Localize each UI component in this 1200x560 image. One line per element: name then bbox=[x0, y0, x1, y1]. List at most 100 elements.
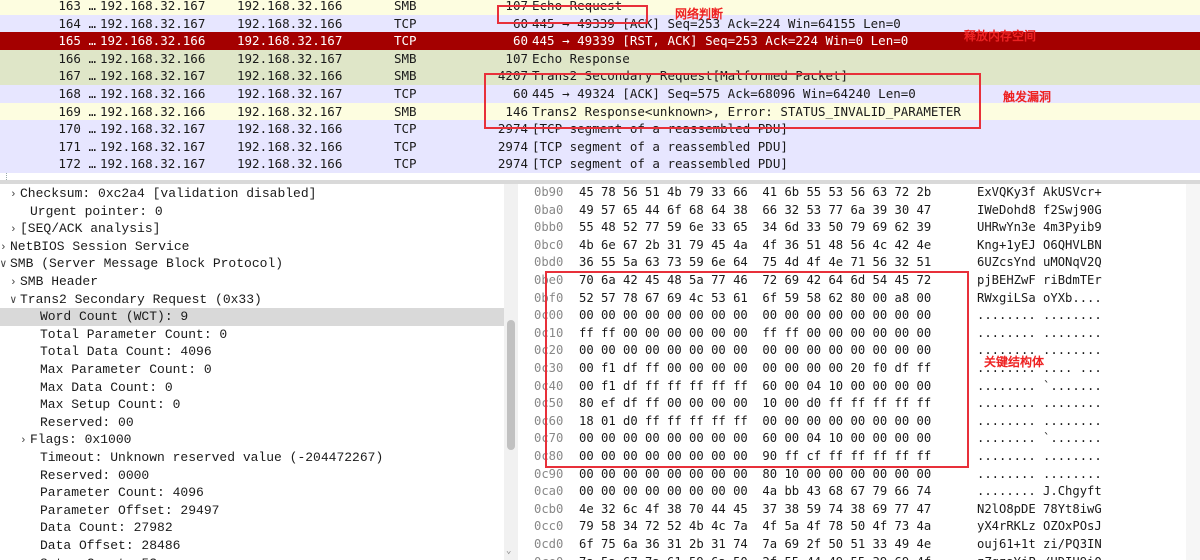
detail-tree-item[interactable]: Reserved: 0000 bbox=[0, 467, 504, 485]
detail-tree-item[interactable]: Parameter Offset: 29497 bbox=[0, 502, 504, 520]
hex-offset: 0c40 bbox=[534, 378, 564, 393]
packet-destination: 192.168.32.167 bbox=[237, 33, 343, 49]
detail-tree-item[interactable]: Urgent pointer: 0 bbox=[0, 203, 504, 221]
details-scrollbar[interactable]: ⌄ bbox=[504, 184, 518, 560]
hex-ascii: ........ ........ bbox=[977, 325, 1102, 340]
detail-tree-item[interactable]: Total Parameter Count: 0 bbox=[0, 326, 504, 344]
packet-row[interactable]: 170 … 192.168.32.167 192.168.32.166 TCP 2974… bbox=[0, 120, 1200, 138]
hex-row[interactable]: 0c30 00 f1 df ff 00 00 00 00 00 00 00 00 … bbox=[522, 360, 1200, 378]
hex-row[interactable]: 0bc0 4b 6e 67 2b 31 79 45 4a 4f 36 51 48 … bbox=[522, 237, 1200, 255]
detail-tree-item[interactable]: ∨ Trans2 Secondary Request (0x33) bbox=[0, 291, 504, 309]
hex-row[interactable]: 0ba0 49 57 65 44 6f 68 64 38 66 32 53 77 … bbox=[522, 202, 1200, 220]
hex-offset: 0ba0 bbox=[534, 202, 564, 217]
packet-info: Trans2 Response<unknown>, Error: STATUS_… bbox=[532, 103, 961, 119]
packet-row[interactable]: 167 … 192.168.32.167 192.168.32.166 SMB 4207… bbox=[0, 67, 1200, 85]
detail-tree-item[interactable]: Max Setup Count: 0 bbox=[0, 396, 504, 414]
hex-ascii: IWeDohd8 f2Swj90G bbox=[977, 202, 1102, 217]
hex-row[interactable]: 0c90 00 00 00 00 00 00 00 00 80 10 00 00 … bbox=[522, 466, 1200, 484]
detail-tree-item[interactable]: › Checksum: 0xc2a4 [validation disabled] bbox=[0, 185, 504, 203]
detail-tree-label: Timeout: Unknown reserved value (-204472… bbox=[40, 450, 384, 465]
packet-destination: 192.168.32.167 bbox=[237, 86, 343, 101]
hex-row[interactable]: 0c60 18 01 d0 ff ff ff ff ff 00 00 00 00 … bbox=[522, 413, 1200, 431]
detail-tree-item[interactable]: Reserved: 00 bbox=[0, 414, 504, 432]
hex-row[interactable]: 0c40 00 f1 df ff ff ff ff ff 60 00 04 10 … bbox=[522, 378, 1200, 396]
hex-row[interactable]: 0bd0 36 55 5a 63 73 59 6e 64 75 4d 4f 4e … bbox=[522, 254, 1200, 272]
packet-source: 192.168.32.167 bbox=[100, 68, 206, 84]
detail-tree-item[interactable]: Data Count: 27982 bbox=[0, 519, 504, 537]
packet-protocol: TCP bbox=[394, 121, 417, 137]
detail-tree-label: Parameter Count: 4096 bbox=[40, 485, 204, 501]
detail-tree-label: Setup Count: 53 bbox=[40, 556, 157, 560]
hex-offset: 0b90 bbox=[534, 185, 564, 199]
detail-tree-item[interactable]: Max Parameter Count: 0 bbox=[0, 361, 504, 379]
hex-row[interactable]: 0c10 ff ff 00 00 00 00 00 00 ff ff 00 00 … bbox=[522, 325, 1200, 343]
hex-row[interactable]: 0c80 00 00 00 00 00 00 00 00 90 ff cf ff … bbox=[522, 448, 1200, 466]
hex-bytes: 00 00 00 00 00 00 00 00 00 00 00 00 00 0… bbox=[579, 343, 932, 358]
packet-row[interactable]: 166 … 192.168.32.166 192.168.32.167 SMB 107 E… bbox=[0, 49, 1200, 68]
packet-row[interactable]: 172 … 192.168.32.167 192.168.32.166 TCP 2974… bbox=[0, 155, 1200, 173]
hex-offset: 0bf0 bbox=[534, 290, 564, 305]
packet-source: 192.168.32.167 bbox=[100, 156, 206, 172]
hex-ascii: ExVQKy3f AkUSVcr+ bbox=[977, 185, 1102, 199]
hex-row[interactable]: 0ce0 7a 5a 67 7a 61 59 6a 50 2f 55 44 49 … bbox=[522, 554, 1200, 560]
detail-tree-item[interactable]: › Flags: 0x1000 bbox=[0, 431, 504, 449]
detail-tree-label: Word Count (WCT): 9 bbox=[40, 309, 189, 325]
detail-tree-item[interactable]: Data Offset: 28486 bbox=[0, 537, 504, 555]
packet-no: 170 … bbox=[58, 121, 96, 137]
packet-row[interactable]: 169 … 192.168.32.166 192.168.32.167 SMB 146 T… bbox=[0, 102, 1200, 121]
hex-offset: 0c30 bbox=[534, 361, 564, 375]
packet-source: 192.168.32.167 bbox=[100, 138, 206, 154]
detail-tree-item[interactable]: › SMB Header bbox=[0, 273, 504, 291]
detail-tree-item[interactable]: Max Data Count: 0 bbox=[0, 379, 504, 397]
packet-length: 60 bbox=[512, 86, 528, 101]
hex-bytes: 00 00 00 00 00 00 00 00 4a bb 43 68 67 7… bbox=[579, 484, 932, 499]
hex-row[interactable]: 0b90 45 78 56 51 4b 79 33 66 41 6b 55 53 … bbox=[522, 184, 1200, 202]
hex-row[interactable]: 0cd0 6f 75 6a 36 31 2b 31 74 7a 69 2f 50 … bbox=[522, 536, 1200, 554]
detail-tree-label: NetBIOS Session Service bbox=[10, 238, 190, 254]
details-scrollbar-thumb[interactable] bbox=[507, 320, 515, 450]
detail-tree-item[interactable]: Word Count (WCT): 9 bbox=[0, 308, 504, 326]
hex-row[interactable]: 0c00 00 00 00 00 00 00 00 00 00 00 00 00 … bbox=[522, 307, 1200, 325]
hex-ascii: ........ ........ bbox=[977, 449, 1102, 463]
annotation-key-struct: 关键结构体 bbox=[984, 355, 1045, 369]
hex-row[interactable]: 0cc0 79 58 34 72 52 4b 4c 7a 4f 5a 4f 78 … bbox=[522, 518, 1200, 536]
detail-tree-item[interactable]: › [SEQ/ACK analysis] bbox=[0, 220, 504, 238]
packet-info: Trans2 Secondary Request[Malformed Packe… bbox=[532, 68, 849, 84]
packet-bytes-pane[interactable]: 0b90 45 78 56 51 4b 79 33 66 41 6b 55 53 … bbox=[522, 184, 1200, 560]
hex-bytes: 00 f1 df ff ff ff ff ff 60 00 04 10 00 0… bbox=[579, 378, 932, 393]
packet-no: 164 … bbox=[58, 15, 96, 31]
hex-row[interactable]: 0bb0 55 48 52 77 59 6e 33 65 34 6d 33 50 … bbox=[522, 219, 1200, 237]
detail-tree-label: Max Data Count: 0 bbox=[40, 379, 173, 395]
hex-row[interactable]: 0c70 00 00 00 00 00 00 00 00 60 00 04 10 … bbox=[522, 430, 1200, 448]
packet-row[interactable]: 163 … 192.168.32.167 192.168.32.166 SMB 107 E… bbox=[0, 0, 1200, 15]
detail-tree-item[interactable]: Setup Count: 53 bbox=[0, 555, 504, 560]
detail-tree-label: [SEQ/ACK analysis] bbox=[20, 221, 161, 237]
scroll-down-icon[interactable]: ⌄ bbox=[506, 546, 511, 556]
hex-row[interactable]: 0cb0 4e 32 6c 4f 38 70 44 45 37 38 59 74 … bbox=[522, 501, 1200, 519]
detail-tree-label: SMB (Server Message Block Protocol) bbox=[10, 256, 284, 272]
detail-tree-item[interactable]: Timeout: Unknown reserved value (-204472… bbox=[0, 449, 504, 467]
packet-row[interactable]: 171 … 192.168.32.167 192.168.32.166 TCP 2974… bbox=[0, 137, 1200, 156]
packet-info: 445 → 49339 [RST, ACK] Seq=253 Ack=224 W… bbox=[532, 33, 909, 49]
hex-offset: 0bc0 bbox=[534, 237, 564, 252]
hex-ascii: yX4rRKLz OZOxPOsJ bbox=[977, 519, 1102, 534]
packet-destination: 192.168.32.166 bbox=[237, 68, 343, 84]
hex-bytes: 00 f1 df ff 00 00 00 00 00 00 00 00 20 f… bbox=[579, 361, 932, 375]
hex-row[interactable]: 0ca0 00 00 00 00 00 00 00 00 4a bb 43 68 … bbox=[522, 483, 1200, 501]
hex-offset: 0c90 bbox=[534, 466, 564, 481]
packet-details-pane[interactable]: › Checksum: 0xc2a4 [validation disabled] U… bbox=[0, 184, 504, 560]
detail-tree-label: Total Data Count: 4096 bbox=[40, 344, 212, 360]
bytes-scrollbar[interactable] bbox=[1186, 184, 1200, 560]
hex-row[interactable]: 0c20 00 00 00 00 00 00 00 00 00 00 00 00 … bbox=[522, 342, 1200, 360]
detail-tree-item[interactable]: ∨ SMB (Server Message Block Protocol) bbox=[0, 255, 504, 273]
hex-row[interactable]: 0c50 80 ef df ff 00 00 00 00 10 00 d0 ff … bbox=[522, 395, 1200, 413]
hex-row[interactable]: 0bf0 52 57 78 67 69 4c 53 61 6f 59 58 62 … bbox=[522, 290, 1200, 308]
hex-ascii: N2lO8pDE 78Yt8iwG bbox=[977, 501, 1102, 516]
detail-tree-item[interactable]: › NetBIOS Session Service bbox=[0, 238, 504, 256]
detail-tree-item[interactable]: Parameter Count: 4096 bbox=[0, 484, 504, 502]
hex-ascii: ouj61+1t zi/PQ3IN bbox=[977, 537, 1102, 551]
hex-bytes: 52 57 78 67 69 4c 53 61 6f 59 58 62 80 0… bbox=[579, 290, 932, 305]
hex-row[interactable]: 0be0 70 6a 42 45 48 5a 77 46 72 69 42 64 … bbox=[522, 272, 1200, 290]
detail-tree-item[interactable]: Total Data Count: 4096 bbox=[0, 343, 504, 361]
packet-no: 168 … bbox=[58, 86, 96, 101]
